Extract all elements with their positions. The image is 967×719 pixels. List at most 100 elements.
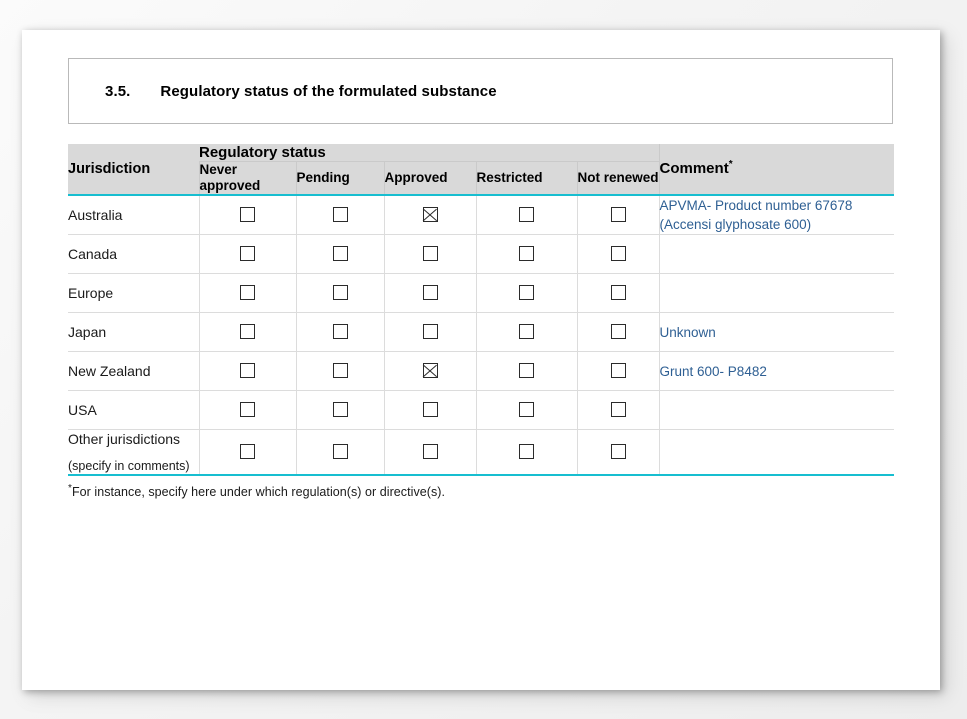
cell-restricted	[475, 234, 577, 275]
table-row: Australia APVMA- Product number 67678 (Ac…	[68, 194, 895, 236]
checkbox-wrap	[578, 352, 659, 390]
checkbox-unchecked-icon[interactable]	[332, 363, 348, 379]
header-never-approved: Never approved	[198, 161, 296, 196]
checkbox-unchecked-icon[interactable]	[240, 363, 255, 379]
checkbox-wrap	[385, 235, 476, 273]
cell-pending	[295, 312, 384, 353]
checkbox-unchecked-icon[interactable]	[240, 402, 255, 418]
table-row: USA	[68, 390, 895, 431]
checkbox-unchecked-icon[interactable]	[610, 402, 626, 418]
cell-restricted	[475, 390, 577, 431]
cell-jurisdiction: Japan	[68, 312, 199, 353]
checkbox-unchecked-icon[interactable]	[332, 402, 348, 418]
checkbox-wrap	[477, 274, 577, 312]
checkbox-unchecked-icon[interactable]	[332, 285, 348, 301]
header-restricted: Restricted	[475, 161, 577, 196]
checkbox-unchecked-icon[interactable]	[610, 363, 626, 379]
checkbox-unchecked-icon[interactable]	[610, 324, 626, 340]
checkbox-unchecked-icon[interactable]	[240, 207, 255, 223]
checkbox-wrap	[477, 391, 577, 429]
checkbox-wrap	[578, 313, 659, 351]
cell-approved	[383, 234, 476, 275]
checkbox-wrap	[200, 274, 296, 312]
checkbox-unchecked-icon[interactable]	[519, 285, 534, 301]
checkbox-wrap	[297, 196, 384, 234]
section-number: 3.5.	[105, 82, 131, 100]
checkbox-unchecked-icon[interactable]	[422, 402, 438, 418]
cell-comment[interactable]: Grunt 600- P8482	[658, 351, 895, 392]
checkbox-unchecked-icon[interactable]	[240, 285, 255, 301]
checkbox-unchecked-icon[interactable]	[240, 324, 255, 340]
footnote-text: For instance, specify here under which r…	[71, 485, 446, 500]
checkbox-unchecked-icon[interactable]	[519, 402, 534, 418]
header-pending: Pending	[295, 161, 384, 196]
header-comment-label: Comment	[659, 160, 729, 178]
table-row: New Zealand Grunt 600- P8482	[68, 351, 895, 392]
cell-comment[interactable]: Unknown	[658, 312, 895, 353]
jurisdiction-label: Japan	[68, 323, 107, 340]
checkbox-unchecked-icon[interactable]	[422, 324, 438, 340]
cell-approved	[383, 194, 476, 236]
header-not-renewed: Not renewed	[576, 161, 660, 196]
document-viewer: 3.5. Regulatory status of the formulated…	[0, 0, 967, 719]
checkbox-unchecked-icon[interactable]	[332, 246, 348, 262]
checkbox-unchecked-icon[interactable]	[519, 324, 534, 340]
checkbox-wrap	[385, 274, 476, 312]
cell-not-renewed	[576, 273, 660, 314]
cell-not-renewed	[576, 351, 660, 392]
cell-jurisdiction: Australia	[68, 194, 199, 236]
cell-never-approved	[198, 312, 296, 353]
cell-not-renewed	[576, 429, 660, 477]
checkbox-unchecked-icon[interactable]	[610, 444, 626, 460]
cell-comment[interactable]	[658, 273, 895, 314]
checkbox-wrap	[297, 274, 384, 312]
checkbox-unchecked-icon[interactable]	[332, 444, 348, 460]
cell-comment[interactable]	[658, 234, 895, 275]
cell-restricted	[475, 312, 577, 353]
cell-never-approved	[198, 273, 296, 314]
cell-jurisdiction: Canada	[68, 234, 199, 275]
cell-comment[interactable]	[658, 390, 895, 431]
checkbox-wrap	[297, 235, 384, 273]
jurisdiction-label: New Zealand	[68, 362, 151, 379]
table-row: Other jurisdictions (specify in comments)	[68, 429, 895, 477]
cell-restricted	[475, 194, 577, 236]
checkbox-unchecked-icon[interactable]	[332, 324, 348, 340]
jurisdiction-label: USA	[68, 401, 97, 418]
checkbox-unchecked-icon[interactable]	[240, 246, 255, 262]
checkbox-unchecked-icon[interactable]	[422, 285, 438, 301]
cell-never-approved	[198, 390, 296, 431]
checkbox-unchecked-icon[interactable]	[519, 444, 534, 460]
header-comment: Comment*	[658, 144, 895, 196]
checkbox-unchecked-icon[interactable]	[422, 444, 438, 460]
checkbox-wrap	[477, 352, 577, 390]
checkbox-unchecked-icon[interactable]	[610, 285, 626, 301]
checkbox-unchecked-icon[interactable]	[519, 246, 534, 262]
table-body: Australia APVMA- Product number 67678 (Ac…	[68, 194, 895, 477]
checkbox-unchecked-icon[interactable]	[422, 246, 438, 262]
checkbox-unchecked-icon[interactable]	[610, 207, 626, 223]
cell-comment[interactable]	[658, 429, 895, 477]
table-row: Japan Unknown	[68, 312, 895, 353]
cell-restricted	[475, 351, 577, 392]
checkbox-unchecked-icon[interactable]	[610, 246, 626, 262]
checkbox-unchecked-icon[interactable]	[332, 207, 348, 223]
cell-pending	[295, 194, 384, 236]
checkbox-checked-icon[interactable]	[422, 207, 438, 223]
checkbox-unchecked-icon[interactable]	[240, 444, 255, 460]
cell-pending	[295, 429, 384, 477]
table-row: Canada	[68, 234, 895, 275]
checkbox-wrap	[477, 196, 577, 234]
cell-pending	[295, 351, 384, 392]
cell-comment[interactable]: APVMA- Product number 67678 (Accensi gly…	[658, 194, 895, 236]
checkbox-unchecked-icon[interactable]	[519, 363, 534, 379]
checkbox-checked-icon[interactable]	[422, 363, 438, 379]
cell-jurisdiction: New Zealand	[68, 351, 199, 392]
checkbox-wrap	[477, 313, 577, 351]
document-page: 3.5. Regulatory status of the formulated…	[22, 30, 940, 690]
checkbox-wrap	[297, 391, 384, 429]
cell-approved	[383, 273, 476, 314]
checkbox-wrap	[200, 196, 296, 234]
checkbox-wrap	[578, 391, 659, 429]
checkbox-unchecked-icon[interactable]	[519, 207, 534, 223]
